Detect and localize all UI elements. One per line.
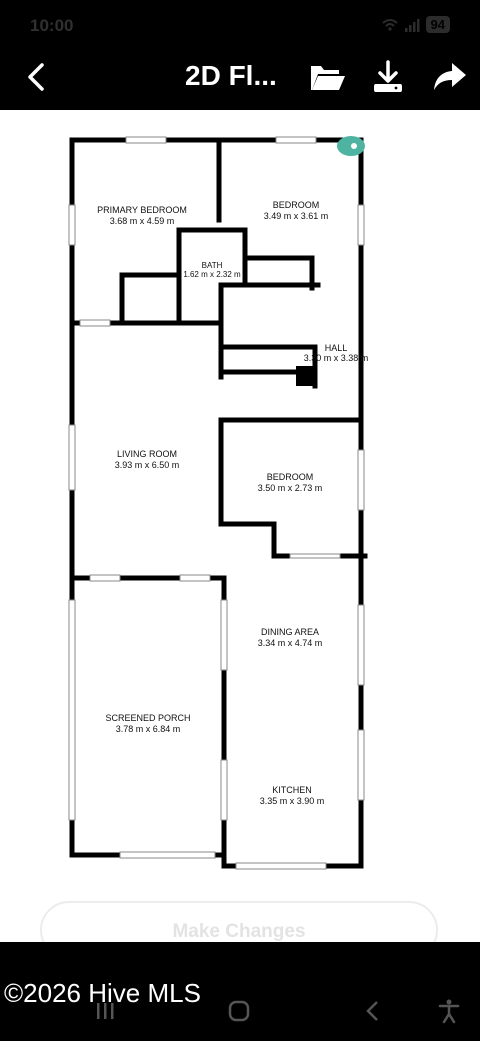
accessibility-icon: [438, 999, 460, 1024]
room-name: PRIMARY BEDROOM: [97, 205, 187, 215]
room-size: 3.78 m x 6.84 m: [116, 724, 181, 734]
page-title: 2D Fl...: [185, 60, 277, 91]
room-name: DINING AREA: [261, 627, 319, 637]
room-size: 3.68 m x 4.59 m: [110, 216, 175, 226]
share-arrow-icon: [434, 63, 466, 90]
floor-plan-drawing: PRIMARY BEDROOM 3.68 m x 4.59 m BEDROOM …: [68, 136, 369, 870]
folder-open-icon: [311, 66, 345, 90]
back-button[interactable]: [20, 60, 52, 94]
room-name: HALL: [325, 343, 348, 353]
room-size: 3.93 m x 6.50 m: [115, 460, 180, 470]
status-time: 10:00: [30, 16, 74, 35]
top-bar: 2D Fl...: [0, 46, 480, 110]
room-size: 3.30 m x 3.38 m: [304, 353, 369, 363]
accessibility-button[interactable]: [434, 996, 464, 1026]
download-icon: [374, 60, 402, 92]
room-size: 3.49 m x 3.61 m: [264, 211, 329, 221]
share-button[interactable]: [430, 58, 470, 96]
room-size: 3.50 m x 2.73 m: [258, 483, 323, 493]
room-size: 3.35 m x 3.90 m: [260, 796, 325, 806]
home-button[interactable]: [224, 996, 254, 1026]
room-name: LIVING ROOM: [117, 449, 177, 459]
room-size: 1.62 m x 2.32 m: [183, 270, 241, 279]
download-button[interactable]: [368, 58, 408, 96]
copyright-watermark: ©2026 Hive MLS: [4, 978, 201, 1008]
wifi-icon: [381, 18, 398, 31]
room-name: KITCHEN: [272, 785, 312, 795]
chevron-left-icon: [28, 63, 44, 91]
signal-icon: [404, 18, 420, 32]
room-name: SCREENED PORCH: [105, 713, 190, 723]
nav-back-icon: [366, 1001, 378, 1021]
floor-plan-view: PRIMARY BEDROOM 3.68 m x 4.59 m BEDROOM …: [0, 110, 480, 942]
room-name: BEDROOM: [273, 200, 320, 210]
room-name: BATH: [202, 261, 223, 270]
home-icon: [228, 1000, 250, 1022]
room-name: BEDROOM: [267, 472, 314, 482]
make-changes-label: Make Changes: [172, 921, 306, 942]
status-bar: 10:00 94: [0, 0, 480, 46]
nav-back-button[interactable]: [358, 996, 388, 1026]
room-size: 3.34 m x 4.74 m: [258, 638, 323, 648]
open-folder-button[interactable]: [307, 58, 347, 96]
status-icons: 94: [381, 16, 450, 33]
battery-indicator: 94: [425, 16, 450, 33]
